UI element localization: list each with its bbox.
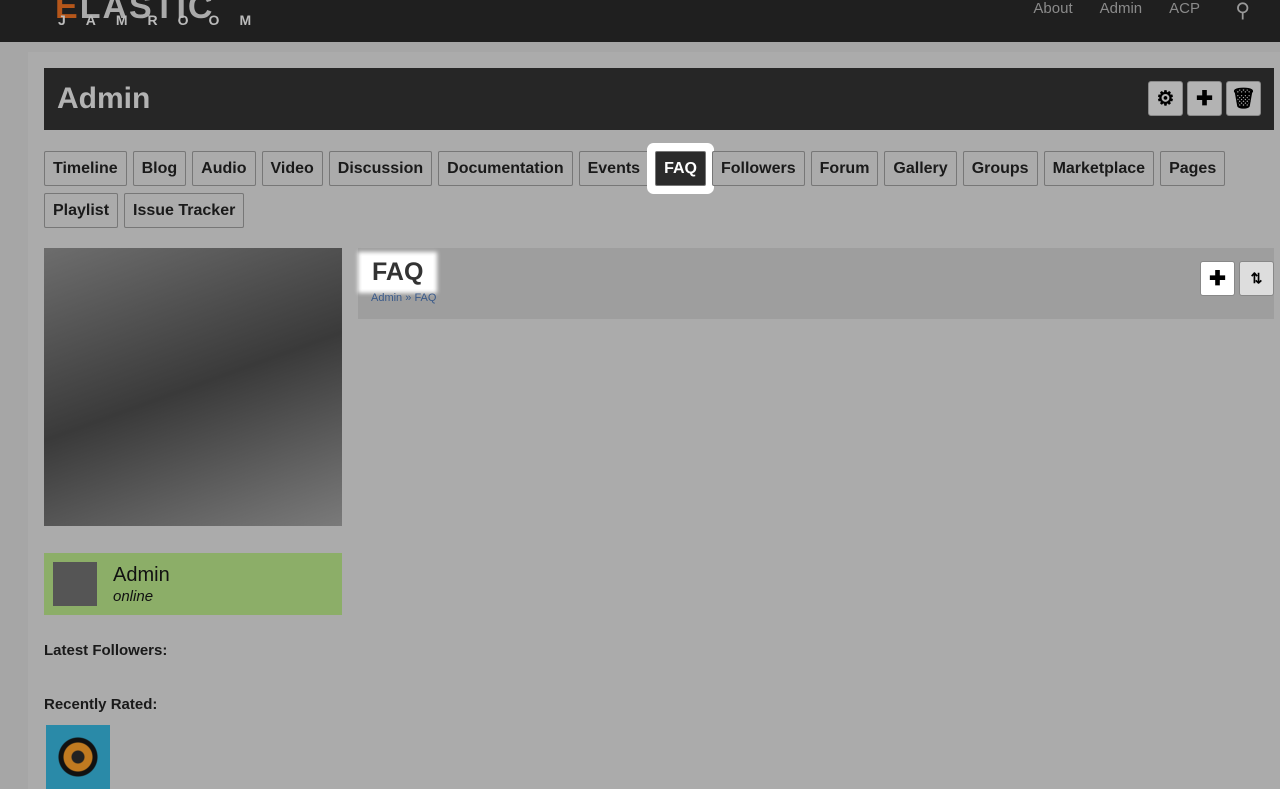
profile-tabs: Timeline Blog Audio Video Discussion Document…: [44, 151, 1244, 228]
avatar: [53, 562, 97, 606]
profile-title: Admin: [57, 82, 151, 115]
user-status: online: [113, 588, 154, 605]
plus-icon: ✚: [1196, 88, 1213, 110]
tab-events[interactable]: Events: [578, 151, 650, 186]
tab-faq[interactable]: FAQ: [655, 151, 706, 186]
plus-icon: ✚: [1209, 268, 1226, 290]
tab-gallery[interactable]: Gallery: [884, 151, 957, 186]
reorder-button[interactable]: ⇅: [1239, 261, 1274, 296]
top-bar: ELASTIC JAMROOM About Admin ACP ⚲: [0, 0, 1280, 42]
add-button[interactable]: ✚: [1187, 81, 1222, 116]
delete-button[interactable]: 🗑: [1226, 81, 1261, 116]
tab-forum[interactable]: Forum: [810, 151, 879, 186]
tab-audio[interactable]: Audio: [192, 151, 256, 186]
profile-header: Admin ⚙ ✚ 🗑: [44, 68, 1274, 130]
settings-button[interactable]: ⚙: [1148, 81, 1183, 116]
sliders-icon: ⇅: [1250, 270, 1263, 286]
crumb-admin[interactable]: Admin: [371, 292, 402, 304]
tab-playlist[interactable]: Playlist: [44, 193, 119, 228]
tab-blog[interactable]: Blog: [132, 151, 187, 186]
trash-icon: 🗑: [1230, 88, 1257, 110]
crumb-separator: »: [405, 292, 412, 304]
user-card[interactable]: Admin online: [44, 553, 342, 615]
gear-icon: ⚙: [1156, 88, 1175, 110]
crumb-faq[interactable]: FAQ: [414, 292, 436, 304]
create-faq-button[interactable]: ✚: [1200, 261, 1235, 296]
nav-acp[interactable]: ACP: [1169, 0, 1200, 17]
logo-sub: JAMROOM: [58, 12, 272, 28]
tab-timeline[interactable]: Timeline: [44, 151, 127, 186]
panel-title: FAQ: [362, 256, 434, 289]
tab-pages[interactable]: Pages: [1160, 151, 1226, 186]
tab-discussion[interactable]: Discussion: [328, 151, 433, 186]
tab-documentation[interactable]: Documentation: [438, 151, 573, 186]
rated-item-thumbnail[interactable]: [46, 725, 110, 789]
user-name: Admin: [113, 564, 170, 586]
nav-about[interactable]: About: [1033, 0, 1072, 17]
tab-issue-tracker[interactable]: Issue Tracker: [124, 193, 245, 228]
tab-followers[interactable]: Followers: [711, 151, 805, 186]
tab-video[interactable]: Video: [261, 151, 323, 186]
tab-groups[interactable]: Groups: [962, 151, 1038, 186]
faq-panel: FAQ Admin » FAQ ✚ ⇅: [358, 248, 1274, 319]
tab-marketplace[interactable]: Marketplace: [1043, 151, 1155, 186]
profile-image: [44, 248, 342, 526]
nav-admin[interactable]: Admin: [1100, 0, 1143, 17]
search-icon[interactable]: ⚲: [1235, 0, 1250, 23]
breadcrumb: Admin » FAQ: [371, 292, 436, 304]
latest-followers-label: Latest Followers:: [44, 642, 168, 659]
recently-rated-label: Recently Rated:: [44, 696, 158, 713]
